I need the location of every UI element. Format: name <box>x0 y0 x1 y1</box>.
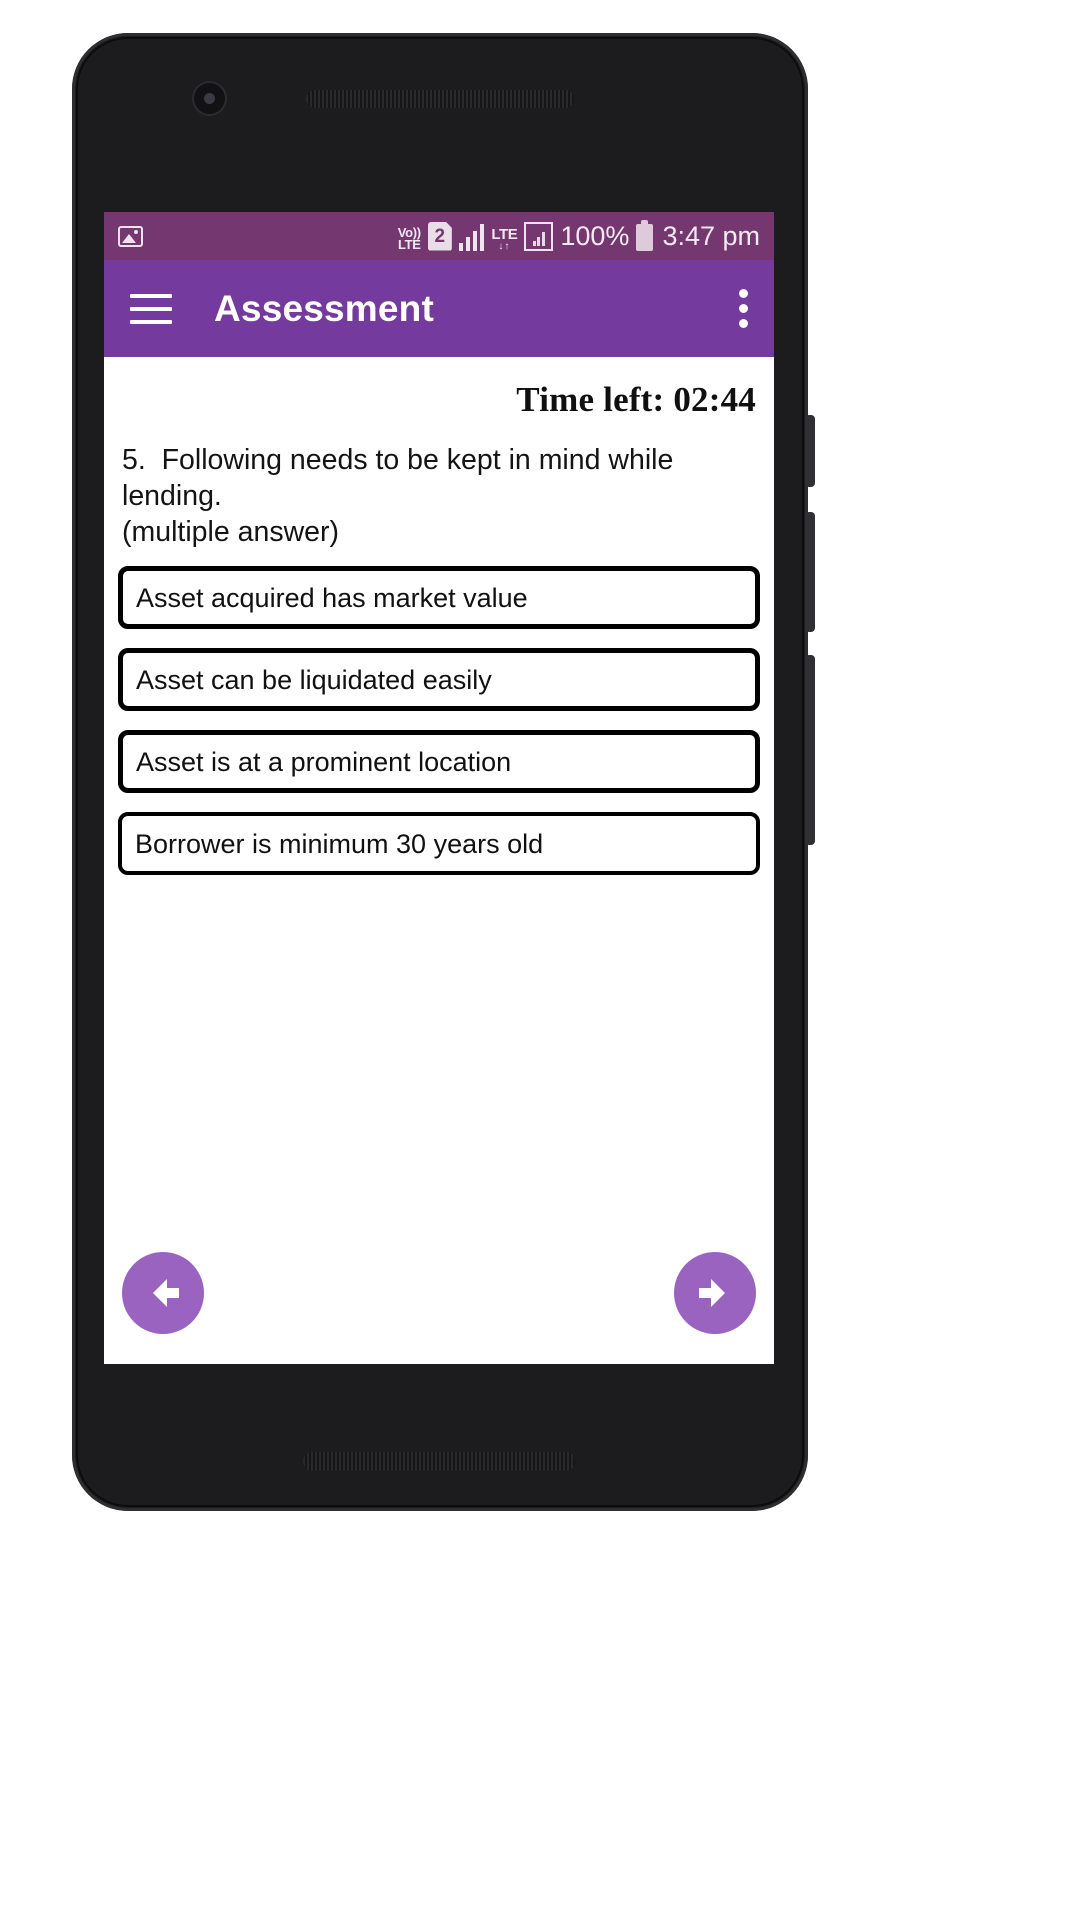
sim-card-icon: 2 <box>427 221 452 251</box>
battery-full-icon <box>636 219 654 251</box>
answer-option[interactable]: Asset is at a prominent location <box>118 730 760 793</box>
photo-icon <box>118 225 143 247</box>
hamburger-menu-icon[interactable] <box>130 293 172 324</box>
app-bar: Assessment <box>104 260 774 357</box>
status-bar-left <box>118 225 143 247</box>
arrow-left-icon <box>153 1279 179 1307</box>
next-question-button[interactable] <box>674 1252 756 1334</box>
earpiece-speaker-icon <box>306 90 574 108</box>
time-left-label: Time left: 02:44 <box>516 380 756 419</box>
answer-option-label: Asset acquired has market value <box>136 582 528 613</box>
signal-bars-icon <box>458 223 485 251</box>
answer-option[interactable]: Asset acquired has market value <box>118 566 760 629</box>
answer-option[interactable]: Asset can be liquidated easily <box>118 648 760 711</box>
arrow-right-icon <box>699 1279 725 1307</box>
previous-question-button[interactable] <box>122 1252 204 1334</box>
lte-label: LTE <box>491 225 518 243</box>
volume-down-button[interactable] <box>805 512 815 632</box>
question-body: Following needs to be kept in mind while… <box>122 444 674 512</box>
front-camera-icon <box>194 83 225 114</box>
status-bar-right: Vo)) LTE 2 LTE ↓↑ 100% 3:47 pm <box>397 219 760 252</box>
battery-percent-label: 100% <box>560 220 630 251</box>
question-text: 5. Following needs to be kept in mind wh… <box>104 420 774 514</box>
question-number: 5. <box>122 444 146 476</box>
answer-option-label: Asset is at a prominent location <box>136 746 512 777</box>
lte-data-icon: LTE ↓↑ <box>491 225 518 252</box>
question-subtext: (multiple answer) <box>122 516 339 548</box>
volume-up-button[interactable] <box>805 415 815 487</box>
status-bar: Vo)) LTE 2 LTE ↓↑ 100% 3:47 pm <box>104 212 774 260</box>
phone-screen: Vo)) LTE 2 LTE ↓↑ 100% 3:47 pm Assessmen… <box>104 212 774 1364</box>
answer-option-label: Borrower is minimum 30 years old <box>135 828 544 859</box>
answer-option-label: Asset can be liquidated easily <box>136 664 492 695</box>
volte-icon: Vo)) LTE <box>397 226 421 252</box>
answer-option[interactable]: Borrower is minimum 30 years old <box>118 812 760 875</box>
signal-box-icon <box>524 221 554 251</box>
screenshot-root: Vo)) LTE 2 LTE ↓↑ 100% 3:47 pm Assessmen… <box>0 0 1080 1920</box>
lte-arrows: ↓↑ <box>498 240 511 252</box>
volte-line-2: LTE <box>397 236 421 252</box>
answer-options-list: Asset acquired has market value Asset ca… <box>104 550 774 875</box>
home-indicator-icon <box>303 1452 575 1471</box>
overflow-menu-icon[interactable] <box>738 289 748 328</box>
assessment-content: Time left: 02:44 5. Following needs to b… <box>104 357 774 1364</box>
power-button[interactable] <box>805 655 815 845</box>
status-bar-clock: 3:47 pm <box>662 220 760 251</box>
page-title: Assessment <box>214 287 435 329</box>
